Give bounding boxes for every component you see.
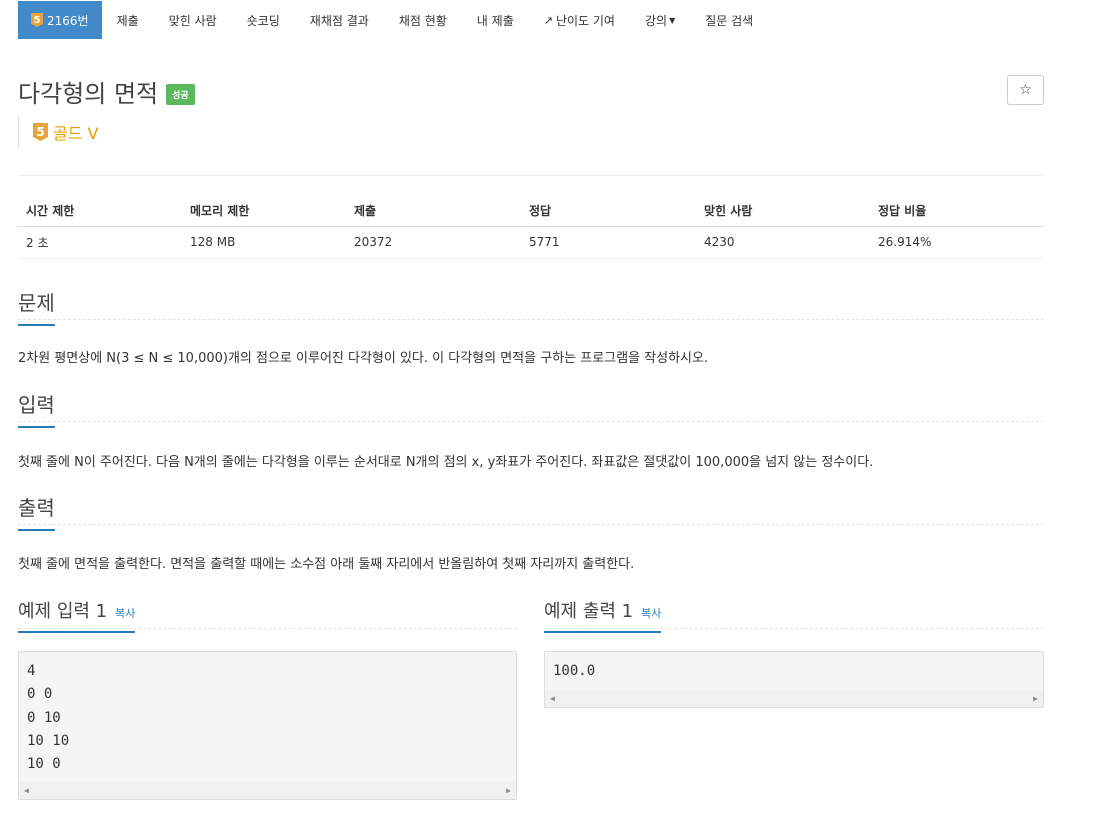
scroll-right-icon[interactable]: ▶ xyxy=(1033,694,1038,703)
value-submissions: 20372 xyxy=(346,226,521,259)
table-row: 2 초 128 MB 20372 5771 4230 26.914% xyxy=(18,226,1044,259)
problem-title-row: 다각형의 면적 성공 xyxy=(18,74,195,109)
caret-down-icon: ▼ xyxy=(669,15,676,25)
horizontal-scrollbar[interactable]: ◀ ▶ xyxy=(545,690,1043,707)
external-link-icon: ↗ xyxy=(543,13,553,27)
nav-lectures-label: 강의 xyxy=(644,13,668,28)
tier-indicator[interactable]: 5 골드 V xyxy=(18,116,98,148)
value-accept-ratio: 26.914% xyxy=(870,226,1044,259)
example-input-title: 예제 입력 1 xyxy=(18,601,108,622)
section-divider xyxy=(18,524,1044,525)
nav-problem-id: 2166번 xyxy=(47,13,89,28)
nav-difficulty-label: 난이도 기여 xyxy=(555,13,615,28)
tier-label: 골드 V xyxy=(53,124,99,143)
nav-rejudge-results[interactable]: 재채점 결과 xyxy=(295,1,384,39)
input-description: 첫째 줄에 N이 주어진다. 다음 N개의 줄에는 다각형을 이루는 순서대로 … xyxy=(18,455,874,470)
example-input-box[interactable]: 4 0 0 0 10 10 10 10 0 ◀ ▶ xyxy=(18,651,517,800)
section-title-output: 출력 xyxy=(18,492,55,531)
status-badge: 성공 xyxy=(166,84,195,105)
value-memory-limit: 128 MB xyxy=(182,226,346,259)
header-accepted: 정답 xyxy=(521,196,696,227)
value-accepted: 5771 xyxy=(521,226,696,259)
copy-output-link[interactable]: 복사 xyxy=(641,605,661,621)
example-output-title: 예제 출력 1 xyxy=(544,601,634,622)
problem-description: 2차원 평면상에 N(3 ≤ N ≤ 10,000)개의 점으로 이루어진 다각… xyxy=(18,351,709,366)
gold-tier-icon: 5 xyxy=(31,13,43,27)
nav-question-search[interactable]: 질문 검색 xyxy=(690,1,768,39)
problem-nav: 5 2166번 제출 맞힌 사람 숏코딩 재채점 결과 채점 현황 내 제출 ↗… xyxy=(18,1,768,39)
example-input-line: 4 xyxy=(27,663,36,679)
section-title-problem: 문제 xyxy=(18,287,55,326)
value-solved-users: 4230 xyxy=(696,226,870,259)
value-time-limit: 2 초 xyxy=(18,226,182,259)
table-header-row: 시간 제한 메모리 제한 제출 정답 맞힌 사람 정답 비율 xyxy=(18,196,1044,227)
example-output-heading: 예제 출력 1 복사 xyxy=(544,597,662,633)
section-title-input: 입력 xyxy=(18,389,55,428)
divider xyxy=(18,175,1044,176)
example-input-line: 10 0 xyxy=(27,756,61,773)
nav-solved-users[interactable]: 맞힌 사람 xyxy=(154,1,232,39)
header-submissions: 제출 xyxy=(346,196,521,227)
nav-problem-tab[interactable]: 5 2166번 xyxy=(18,1,102,39)
section-divider xyxy=(18,319,1044,320)
copy-input-link[interactable]: 복사 xyxy=(115,605,135,621)
header-accept-ratio: 정답 비율 xyxy=(870,196,1044,227)
nav-judge-status[interactable]: 채점 현황 xyxy=(384,1,462,39)
nav-short-coding[interactable]: 숏코딩 xyxy=(232,1,295,39)
star-icon: ☆ xyxy=(1019,82,1032,98)
example-output-box[interactable]: 100.0 ◀ ▶ xyxy=(544,651,1044,708)
nav-my-submissions[interactable]: 내 제출 xyxy=(462,1,529,39)
header-time-limit: 시간 제한 xyxy=(18,196,182,227)
problem-title: 다각형의 면적 xyxy=(18,80,159,108)
header-memory-limit: 메모리 제한 xyxy=(182,196,346,227)
nav-difficulty-contribution[interactable]: ↗ 난이도 기여 xyxy=(529,1,630,39)
gold-tier-icon: 5 xyxy=(33,123,48,141)
nav-lectures-dropdown[interactable]: 강의 ▼ xyxy=(630,1,690,39)
horizontal-scrollbar[interactable]: ◀ ▶ xyxy=(19,782,516,799)
example-input-line: 0 0 xyxy=(27,686,53,703)
example-output-line: 100.0 xyxy=(553,663,596,679)
scroll-right-icon[interactable]: ▶ xyxy=(506,786,511,795)
scroll-left-icon[interactable]: ◀ xyxy=(550,694,555,703)
section-divider xyxy=(18,421,1044,422)
nav-submit[interactable]: 제출 xyxy=(102,1,154,39)
scroll-left-icon[interactable]: ◀ xyxy=(24,786,29,795)
header-solved-users: 맞힌 사람 xyxy=(696,196,870,227)
output-description: 첫째 줄에 면적을 출력한다. 면적을 출력할 때에는 소수점 아래 둘째 자리… xyxy=(18,557,635,572)
problem-info-table: 시간 제한 메모리 제한 제출 정답 맞힌 사람 정답 비율 2 초 128 M… xyxy=(18,196,1044,259)
example-input-heading: 예제 입력 1 복사 xyxy=(18,597,136,633)
example-input-line: 10 10 xyxy=(27,732,70,749)
example-input-line: 0 10 xyxy=(27,709,61,726)
star-button[interactable]: ☆ xyxy=(1007,75,1044,105)
